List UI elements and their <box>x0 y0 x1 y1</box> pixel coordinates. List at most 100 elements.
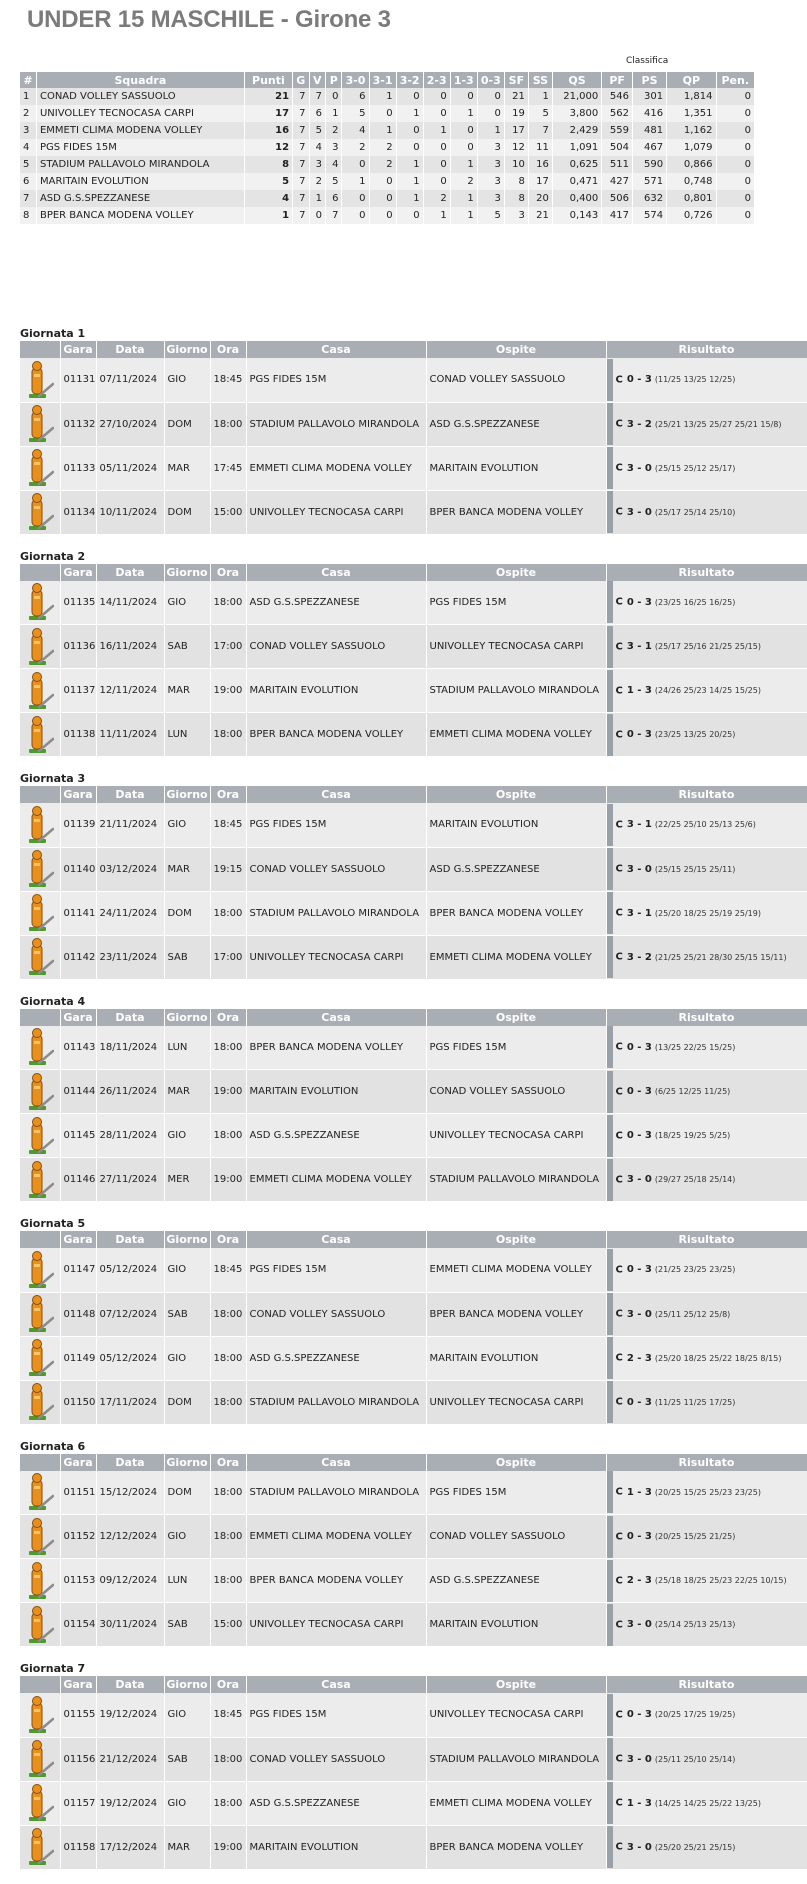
header-giorno[interactable]: Giorno <box>164 1453 211 1471</box>
match-result[interactable]: C3 - 0 (25/17 25/14 25/10) <box>606 490 807 535</box>
header-giorno[interactable]: Giorno <box>164 1231 211 1248</box>
header-data[interactable]: Data <box>96 1453 165 1471</box>
match-result[interactable]: C3 - 0 (25/20 25/21 25/15) <box>606 1825 807 1870</box>
match-result[interactable]: C1 - 3 (24/26 25/23 14/25 15/25) <box>606 668 807 713</box>
header-data[interactable]: Data <box>96 1008 165 1026</box>
header-data[interactable]: Data <box>96 786 165 803</box>
standings-header-1-3[interactable]: 1-3 <box>450 72 478 88</box>
match-row[interactable]: 01156 21/12/2024 SAB 18:00 CONAD VOLLEY SASS… <box>20 1737 807 1782</box>
match-row[interactable]: 01140 03/12/2024 MAR 19:15 CONAD VOLLEY SASS… <box>20 847 807 892</box>
match-icon-cell[interactable] <box>20 446 61 491</box>
header-ora[interactable]: Ora <box>210 563 247 581</box>
match-icon-cell[interactable] <box>20 1693 61 1738</box>
match-row[interactable]: 01150 17/11/2024 DOM 18:00 STADIUM PALLAVOLO… <box>20 1380 807 1425</box>
header-risultato[interactable]: Risultato <box>606 1231 807 1248</box>
match-row[interactable]: 01151 15/12/2024 DOM 18:00 STADIUM PALLAVOLO… <box>20 1470 807 1515</box>
header-icon-col[interactable] <box>20 1453 61 1471</box>
match-result[interactable]: C0 - 3 (21/25 23/25 23/25) <box>606 1248 807 1293</box>
match-row[interactable]: 01144 26/11/2024 MAR 19:00 MARITAIN EVOLUTIO… <box>20 1069 807 1114</box>
header-risultato[interactable]: Risultato <box>606 786 807 803</box>
header-data[interactable]: Data <box>96 1676 165 1693</box>
header-icon-col[interactable] <box>20 1676 61 1693</box>
match-icon-cell[interactable] <box>20 1558 61 1603</box>
match-icon-cell[interactable] <box>20 847 61 892</box>
match-row[interactable]: 01148 07/12/2024 SAB 18:00 CONAD VOLLEY SASS… <box>20 1292 807 1337</box>
header-gara[interactable]: Gara <box>60 563 97 581</box>
match-result[interactable]: C3 - 2 (25/21 13/25 25/27 25/21 15/8) <box>606 402 807 447</box>
match-row[interactable]: 01138 11/11/2024 LUN 18:00 BPER BANCA MODENA… <box>20 712 807 757</box>
match-row[interactable]: 01149 05/12/2024 GIO 18:00 ASD G.S.SPEZZANES… <box>20 1336 807 1381</box>
match-result[interactable]: C0 - 3 (6/25 12/25 11/25) <box>606 1069 807 1114</box>
match-icon-cell[interactable] <box>20 1113 61 1158</box>
standings-header-pen-[interactable]: Pen. <box>716 72 756 88</box>
standings-header-3-2[interactable]: 3-2 <box>396 72 424 88</box>
header-risultato[interactable]: Risultato <box>606 1676 807 1693</box>
team-name[interactable]: ASD G.S.SPEZZANESE <box>36 190 245 207</box>
standings-header-qs[interactable]: QS <box>552 72 603 88</box>
standings-header-squadra[interactable]: Squadra <box>36 72 245 88</box>
standings-header-ss[interactable]: SS <box>528 72 553 88</box>
standings-header-2-3[interactable]: 2-3 <box>423 72 451 88</box>
match-result[interactable]: C3 - 2 (21/25 25/21 28/30 25/15 15/11) <box>606 935 807 980</box>
standings-row[interactable]: 5 STADIUM PALLAVOLO MIRANDOLA 8 7 3 4 0 2 1 0 1 3 10… <box>20 156 756 173</box>
match-result[interactable]: C1 - 3 (14/25 14/25 25/22 13/25) <box>606 1781 807 1826</box>
header-gara[interactable]: Gara <box>60 1453 97 1471</box>
match-row[interactable]: 01152 12/12/2024 GIO 18:00 EMMETI CLIMA MODE… <box>20 1514 807 1559</box>
match-icon-cell[interactable] <box>20 1825 61 1870</box>
match-row[interactable]: 01145 28/11/2024 GIO 18:00 ASD G.S.SPEZZANES… <box>20 1113 807 1158</box>
match-row[interactable]: 01153 09/12/2024 LUN 18:00 BPER BANCA MODENA… <box>20 1558 807 1603</box>
header-ospite[interactable]: Ospite <box>426 786 607 803</box>
match-row[interactable]: 01133 05/11/2024 MAR 17:45 EMMETI CLIMA MODE… <box>20 446 807 491</box>
match-row[interactable]: 01132 27/10/2024 DOM 18:00 STADIUM PALLAVOLO… <box>20 402 807 447</box>
match-icon-cell[interactable] <box>20 1737 61 1782</box>
match-row[interactable]: 01135 14/11/2024 GIO 18:00 ASD G.S.SPEZZANES… <box>20 580 807 625</box>
match-result[interactable]: C0 - 3 (20/25 17/25 19/25) <box>606 1693 807 1738</box>
standings-row[interactable]: 2 UNIVOLLEY TECNOCASA CARPI 17 7 6 1 5 0 1 0 1 0 19 5… <box>20 105 756 122</box>
header-giorno[interactable]: Giorno <box>164 341 211 358</box>
header-icon-col[interactable] <box>20 1008 61 1026</box>
match-result[interactable]: C2 - 3 (25/18 18/25 25/23 22/25 10/15) <box>606 1558 807 1603</box>
match-icon-cell[interactable] <box>20 490 61 535</box>
header-icon-col[interactable] <box>20 786 61 803</box>
match-row[interactable]: 01131 07/11/2024 GIO 18:45 PGS FIDES 15M CONA… <box>20 358 807 403</box>
match-result[interactable]: C3 - 1 (25/20 18/25 25/19 25/19) <box>606 891 807 936</box>
standings-row[interactable]: 3 EMMETI CLIMA MODENA VOLLEY 16 7 5 2 4 1 0 1 0 1 17… <box>20 122 756 139</box>
match-row[interactable]: 01146 27/11/2024 MER 19:00 EMMETI CLIMA MODE… <box>20 1157 807 1202</box>
match-result[interactable]: C0 - 3 (11/25 11/25 17/25) <box>606 1380 807 1425</box>
header-ora[interactable]: Ora <box>210 341 247 358</box>
match-icon-cell[interactable] <box>20 935 61 980</box>
header-casa[interactable]: Casa <box>246 1453 427 1471</box>
match-result[interactable]: C1 - 3 (20/25 15/25 25/23 23/25) <box>606 1470 807 1515</box>
match-icon-cell[interactable] <box>20 803 61 848</box>
match-icon-cell[interactable] <box>20 1602 61 1647</box>
team-name[interactable]: BPER BANCA MODENA VOLLEY <box>36 207 245 224</box>
header-data[interactable]: Data <box>96 1231 165 1248</box>
header-casa[interactable]: Casa <box>246 1008 427 1026</box>
standings-row[interactable]: 4 PGS FIDES 15M 12 7 4 3 2 2 0 0 0 3 12 11 1,091 504 467… <box>20 139 756 156</box>
standings-header-3-0[interactable]: 3-0 <box>341 72 370 88</box>
match-icon-cell[interactable] <box>20 1336 61 1381</box>
match-icon-cell[interactable] <box>20 1248 61 1293</box>
standings-header-3-1[interactable]: 3-1 <box>369 72 397 88</box>
match-icon-cell[interactable] <box>20 891 61 936</box>
team-name[interactable]: PGS FIDES 15M <box>36 139 245 156</box>
header-ospite[interactable]: Ospite <box>426 563 607 581</box>
header-casa[interactable]: Casa <box>246 341 427 358</box>
standings-header-qp[interactable]: QP <box>666 72 717 88</box>
header-giorno[interactable]: Giorno <box>164 1676 211 1693</box>
match-row[interactable]: 01157 19/12/2024 GIO 18:00 ASD G.S.SPEZZANES… <box>20 1781 807 1826</box>
header-giorno[interactable]: Giorno <box>164 1008 211 1026</box>
header-ospite[interactable]: Ospite <box>426 341 607 358</box>
header-risultato[interactable]: Risultato <box>606 1008 807 1026</box>
header-casa[interactable]: Casa <box>246 1231 427 1248</box>
standings-header-ps[interactable]: PS <box>632 72 668 88</box>
match-row[interactable]: 01136 16/11/2024 SAB 17:00 CONAD VOLLEY SASS… <box>20 624 807 669</box>
match-result[interactable]: C3 - 0 (25/15 25/12 25/17) <box>606 446 807 491</box>
header-ospite[interactable]: Ospite <box>426 1453 607 1471</box>
header-ora[interactable]: Ora <box>210 786 247 803</box>
standings-header-sf[interactable]: SF <box>504 72 529 88</box>
match-icon-cell[interactable] <box>20 402 61 447</box>
match-icon-cell[interactable] <box>20 1069 61 1114</box>
match-result[interactable]: C0 - 3 (13/25 22/25 15/25) <box>606 1025 807 1070</box>
standings-header-punti[interactable]: Punti <box>244 72 294 88</box>
